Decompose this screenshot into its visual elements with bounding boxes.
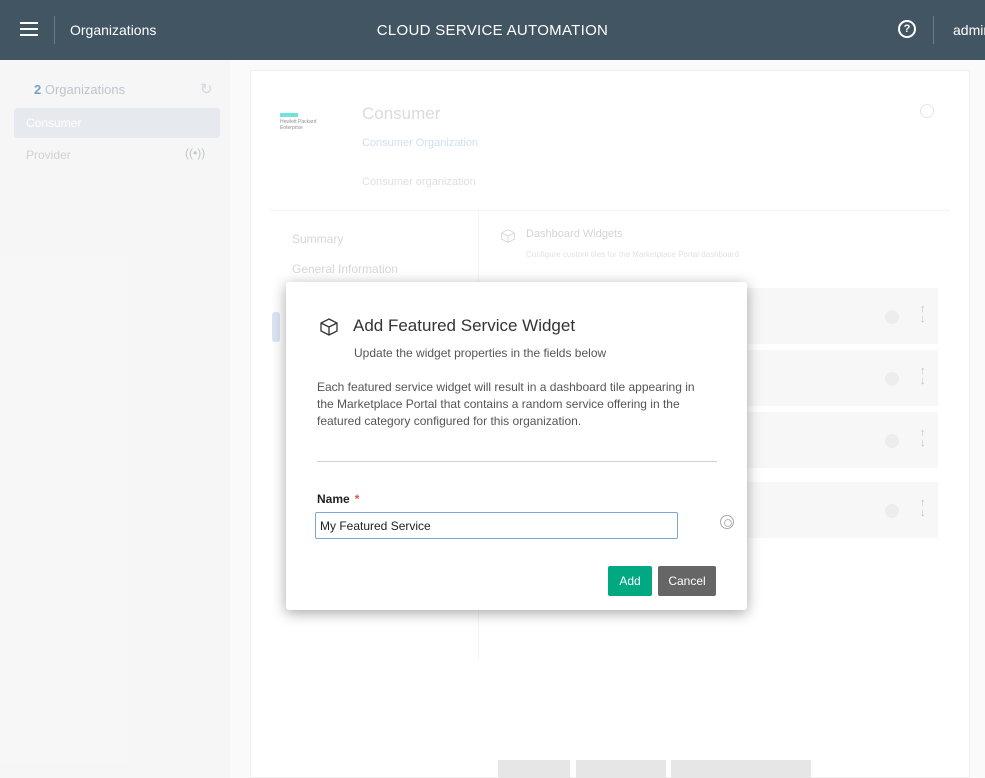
dialog-divider	[317, 461, 717, 462]
add-featured-service-widget-dialog: Add Featured Service Widget Update the w…	[286, 282, 747, 610]
top-bar: Organizations CLOUD SERVICE AUTOMATION ?…	[0, 0, 985, 60]
add-button[interactable]: Add	[608, 566, 652, 596]
breadcrumb[interactable]: Organizations	[70, 22, 156, 38]
topbar-divider	[54, 16, 55, 44]
name-label: Name *	[317, 492, 359, 506]
name-label-text: Name	[317, 492, 350, 506]
cube-icon	[320, 318, 338, 336]
dialog-subtitle: Update the widget properties in the fiel…	[354, 346, 607, 360]
required-marker: *	[354, 492, 360, 506]
question-circle-icon[interactable]: ?	[898, 20, 916, 38]
dialog-description: Each featured service widget will result…	[317, 380, 695, 428]
name-input[interactable]	[315, 512, 678, 539]
user-menu[interactable]: admin	[953, 22, 985, 38]
cancel-button[interactable]: Cancel	[658, 566, 716, 596]
menu-icon[interactable]	[20, 22, 38, 36]
dialog-title: Add Featured Service Widget	[353, 316, 576, 335]
help-circle-icon[interactable]	[720, 515, 734, 529]
topbar-divider-right	[933, 16, 934, 44]
